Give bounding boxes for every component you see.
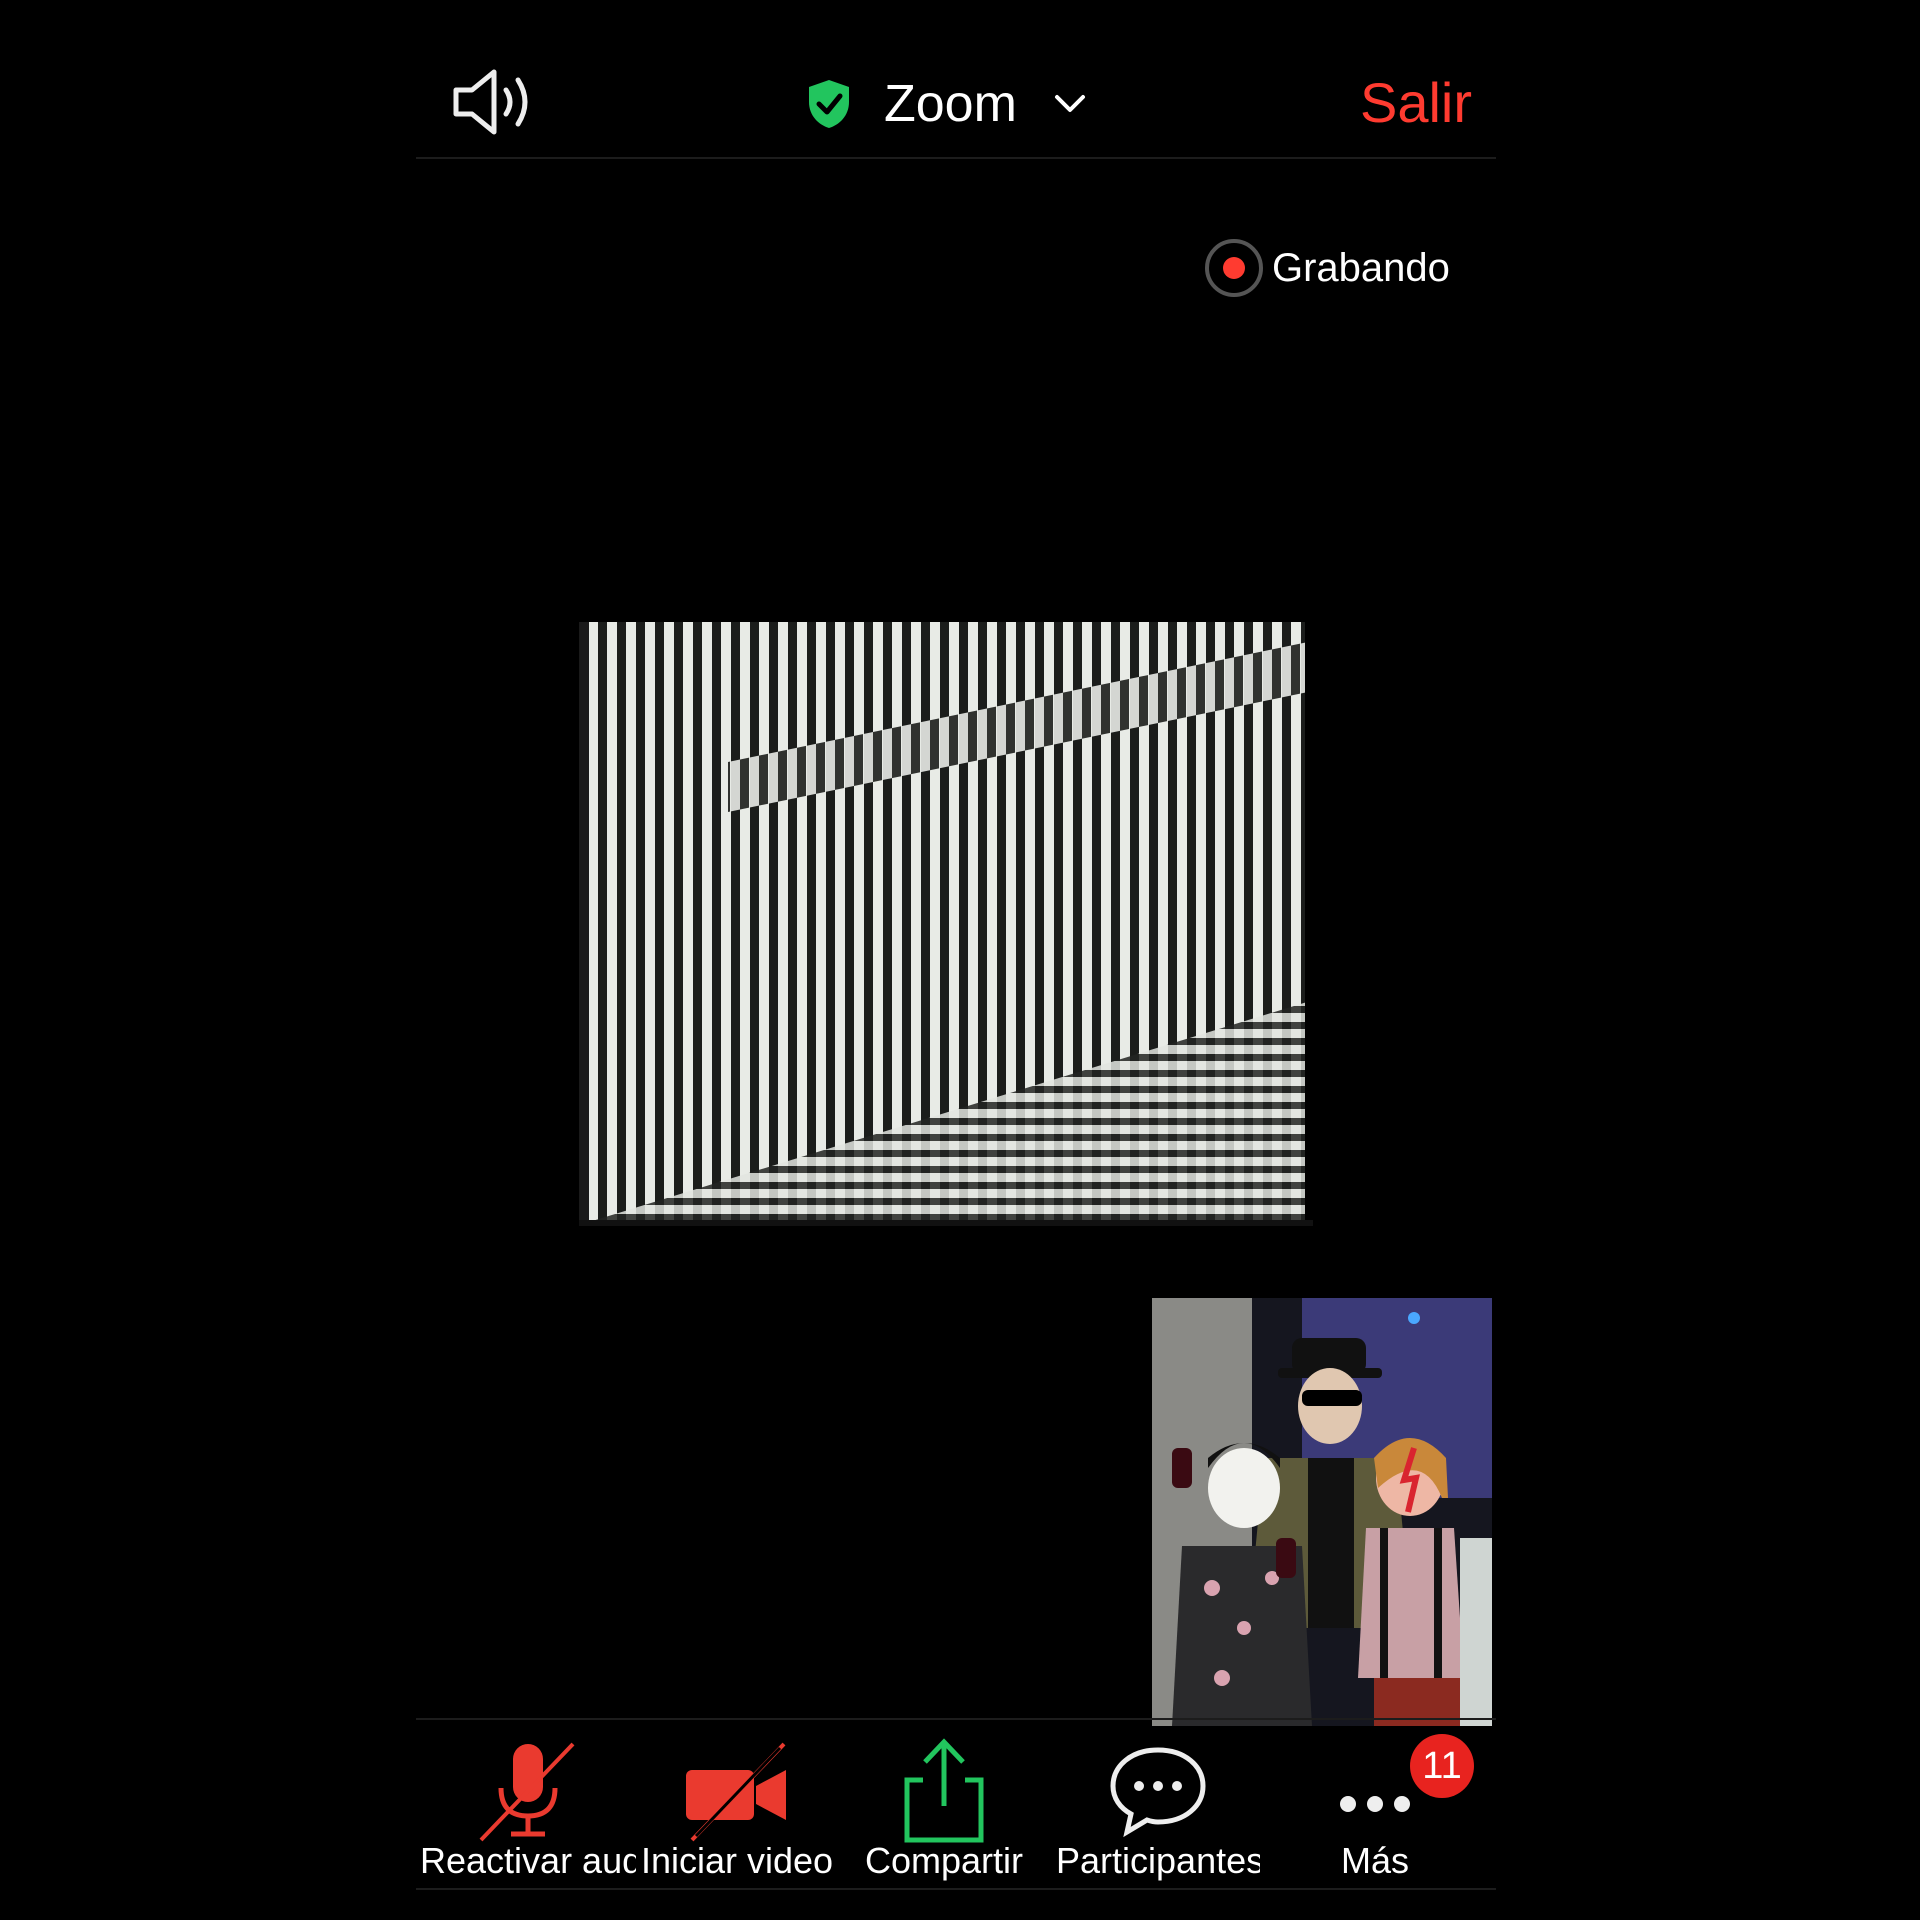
- start-video-button[interactable]: Iniciar video: [630, 1720, 844, 1888]
- record-icon: [1205, 239, 1263, 297]
- meeting-title-text: Zoom: [884, 75, 1017, 133]
- video-off-icon: [686, 1742, 786, 1842]
- top-bar: Zoom Salir: [416, 0, 1496, 159]
- participants-label: Participantes: [1056, 1840, 1260, 1881]
- shield-check-icon: [809, 80, 849, 128]
- zoom-meeting-screen: Zoom Salir Grabando Reactivar aud Inicia…: [416, 0, 1496, 1920]
- participants-button[interactable]: Participantes: [1056, 1720, 1260, 1888]
- leave-button[interactable]: Salir: [1360, 70, 1472, 135]
- more-label: Más: [1340, 1840, 1409, 1881]
- start-video-label: Iniciar video: [640, 1840, 834, 1881]
- chat-bubble-icon: [1110, 1747, 1206, 1838]
- meeting-toolbar: Reactivar audio Iniciar video Compartir: [416, 1718, 1496, 1890]
- recording-indicator[interactable]: Grabando: [1204, 238, 1450, 298]
- unmute-audio-button[interactable]: Reactivar audio: [420, 1720, 636, 1888]
- video-frame-image: [579, 622, 1313, 1226]
- notification-badge: 11: [1410, 1734, 1474, 1798]
- chevron-down-icon: [1054, 95, 1085, 112]
- more-button[interactable]: 11 Más: [1270, 1720, 1480, 1888]
- recording-label: Grabando: [1272, 245, 1450, 290]
- meeting-title[interactable]: Zoom: [806, 72, 1087, 136]
- share-icon: [904, 1738, 984, 1843]
- active-speaker-video[interactable]: [579, 622, 1313, 1226]
- mic-muted-icon: [479, 1742, 575, 1842]
- unmute-audio-label: Reactivar audio: [420, 1840, 636, 1881]
- self-view-photo: [1152, 1298, 1492, 1726]
- speaker-icon[interactable]: [450, 66, 540, 138]
- self-view-thumbnail[interactable]: [1152, 1298, 1492, 1726]
- share-button[interactable]: Compartir: [850, 1720, 1038, 1888]
- share-label: Compartir: [864, 1840, 1024, 1881]
